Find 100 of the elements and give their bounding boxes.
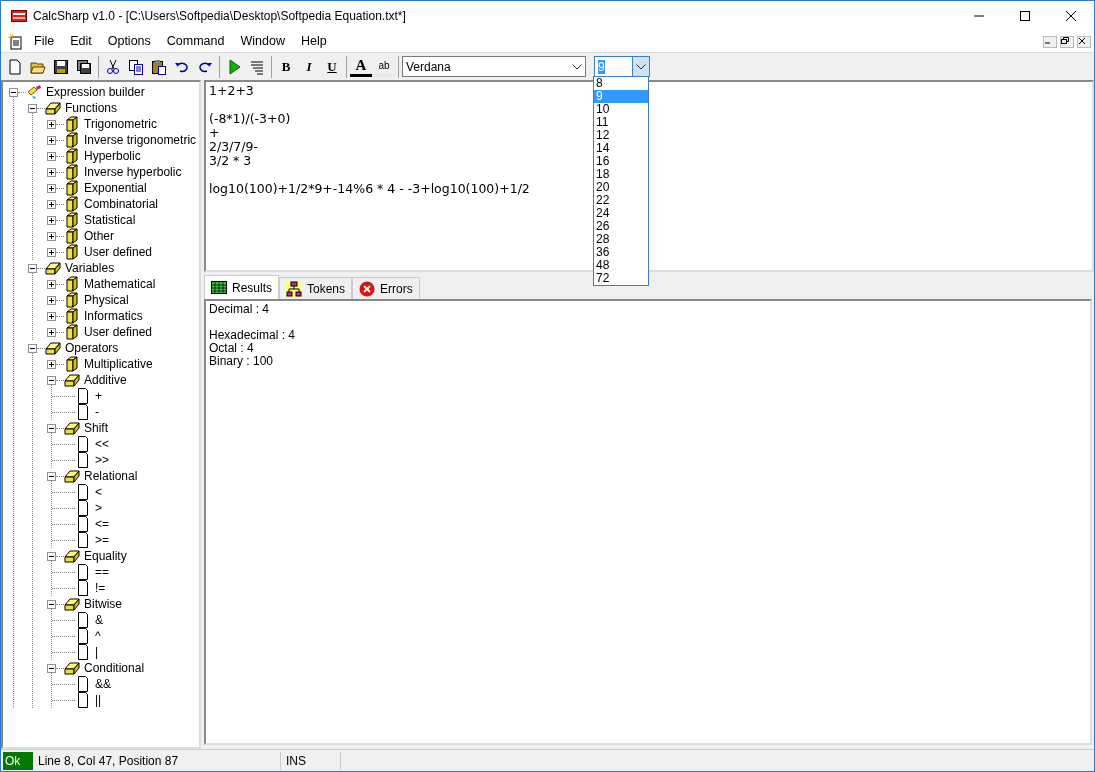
tree-item[interactable]: >=	[93, 531, 111, 549]
collapse-icon[interactable]	[47, 551, 56, 561]
code-line: 3/2 * 3	[209, 154, 252, 168]
menu-item[interactable]: Options	[99, 32, 159, 51]
mdi-restore-button[interactable]	[1060, 35, 1074, 48]
mdi-close-button[interactable]	[1077, 35, 1091, 48]
dropdown-option[interactable]: 36	[594, 246, 648, 259]
tree-item[interactable]: ==	[93, 563, 111, 581]
expand-icon[interactable]	[47, 279, 56, 289]
open-folder-icon	[64, 468, 80, 484]
tree-item[interactable]: Expression builder	[44, 83, 147, 101]
expand-icon[interactable]	[47, 183, 56, 193]
dropdown-option[interactable]: 11	[594, 116, 648, 129]
tree-item[interactable]: Shift	[82, 419, 110, 437]
tree-item[interactable]: !=	[93, 579, 108, 597]
tree-item[interactable]: Equality	[82, 547, 129, 565]
menu-item[interactable]: Window	[232, 32, 293, 51]
tree-item[interactable]: Hyperbolic	[82, 147, 143, 165]
tree-item[interactable]: User defined	[82, 243, 155, 261]
tree-item[interactable]: Conditional	[82, 659, 147, 677]
tree-item[interactable]: Mathematical	[82, 275, 158, 293]
tree-item[interactable]: -	[93, 403, 101, 421]
collapse-icon[interactable]	[9, 87, 18, 97]
folder-icon	[64, 116, 80, 132]
tree-item[interactable]: Inverse hyperbolic	[82, 163, 184, 181]
collapse-icon[interactable]	[47, 663, 56, 673]
expand-icon[interactable]	[47, 359, 56, 369]
tree-item[interactable]: Informatics	[82, 307, 145, 325]
expand-icon[interactable]	[47, 247, 56, 257]
expand-icon[interactable]	[47, 151, 56, 161]
tree-item[interactable]: Statistical	[82, 211, 138, 229]
tree-item[interactable]: User defined	[82, 323, 155, 341]
tree-item[interactable]: +	[93, 387, 104, 405]
tree-item[interactable]: >	[93, 499, 104, 517]
menu-item[interactable]: File	[26, 32, 63, 51]
dropdown-option[interactable]: 48	[594, 259, 648, 272]
dropdown-option[interactable]: 14	[594, 142, 648, 155]
tree-item[interactable]: Physical	[82, 291, 131, 309]
dropdown-option[interactable]: 8	[594, 77, 648, 90]
collapse-icon[interactable]	[28, 103, 37, 113]
tree-item[interactable]: Variables	[63, 259, 117, 277]
tab[interactable]: Errors	[352, 277, 420, 299]
tree-item[interactable]: |	[93, 643, 101, 661]
expand-icon[interactable]	[47, 295, 56, 305]
tree-item[interactable]: Additive	[82, 371, 129, 389]
expand-icon[interactable]	[47, 231, 56, 241]
collapse-icon[interactable]	[47, 471, 56, 481]
tree-item[interactable]: <<	[93, 435, 111, 453]
tree-item[interactable]: Other	[82, 227, 116, 245]
dropdown-option[interactable]: 10	[594, 103, 648, 116]
tree-item[interactable]: Inverse trigonometric	[82, 131, 199, 149]
expand-icon[interactable]	[47, 135, 56, 145]
tree-item[interactable]: ^	[93, 627, 103, 645]
tree-item[interactable]: ||	[93, 691, 104, 709]
tree-item[interactable]: Exponential	[82, 179, 149, 197]
expand-icon[interactable]	[47, 215, 56, 225]
mdi-minimize-button[interactable]	[1043, 35, 1057, 48]
expand-icon[interactable]	[47, 311, 56, 321]
expand-icon[interactable]	[47, 119, 56, 129]
tree-item[interactable]: Operators	[63, 339, 121, 357]
tree-item[interactable]: Multiplicative	[82, 355, 155, 373]
tree-item[interactable]: Bitwise	[82, 595, 124, 613]
collapse-icon[interactable]	[47, 375, 56, 385]
menu-item[interactable]: Edit	[62, 32, 100, 51]
dropdown-option[interactable]: 24	[594, 207, 648, 220]
dropdown-option[interactable]: 72	[594, 272, 648, 285]
tree-item[interactable]: Relational	[82, 467, 140, 485]
folder-icon	[64, 148, 80, 164]
dropdown-option[interactable]: 18	[594, 168, 648, 181]
bold-button[interactable]: B	[275, 55, 297, 78]
dropdown-option[interactable]: 28	[594, 233, 648, 246]
dropdown-option[interactable]: 20	[594, 181, 648, 194]
collapse-icon[interactable]	[47, 423, 56, 433]
dropdown-option[interactable]: 26	[594, 220, 648, 233]
font-color-button[interactable]: A	[350, 56, 372, 77]
collapse-icon[interactable]	[47, 599, 56, 609]
menu-item[interactable]: Command	[158, 32, 233, 51]
dropdown-option[interactable]: 22	[594, 194, 648, 207]
menu-item[interactable]: Help	[292, 32, 335, 51]
dropdown-option[interactable]: 12	[594, 129, 648, 142]
underline-button[interactable]: U	[321, 55, 343, 78]
highlight-button[interactable]: ab	[373, 56, 395, 77]
expand-icon[interactable]	[47, 327, 56, 337]
collapse-icon[interactable]	[28, 343, 37, 353]
expand-icon[interactable]	[47, 199, 56, 209]
italic-button[interactable]: I	[298, 55, 320, 78]
tree-item[interactable]: &&	[93, 675, 113, 693]
tree-item[interactable]: <	[93, 483, 104, 501]
tree-item[interactable]: >>	[93, 451, 111, 469]
collapse-icon[interactable]	[28, 263, 37, 273]
tab[interactable]: Tokens	[279, 277, 353, 299]
tree-item[interactable]: Combinatorial	[82, 195, 161, 213]
dropdown-option[interactable]: 16	[594, 155, 648, 168]
tree-item[interactable]: Functions	[63, 99, 120, 117]
tree-item[interactable]: &	[93, 611, 105, 629]
tree-item[interactable]: Trigonometric	[82, 115, 159, 133]
tab[interactable]: Results	[204, 275, 279, 299]
expand-icon[interactable]	[47, 167, 56, 177]
tree-item[interactable]: <=	[93, 515, 111, 533]
font-combo[interactable]: Verdana	[402, 56, 586, 77]
